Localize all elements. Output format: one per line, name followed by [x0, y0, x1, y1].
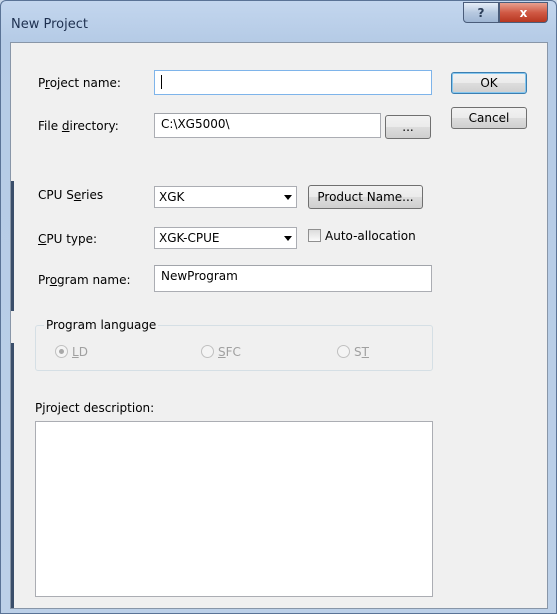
left-edge-marker: [11, 343, 14, 608]
chevron-down-icon: [284, 236, 292, 241]
radio-st[interactable]: [337, 345, 350, 358]
product-name-button[interactable]: Product Name...: [308, 185, 423, 209]
project-description-textarea[interactable]: [35, 421, 433, 597]
left-edge-marker: [11, 181, 14, 311]
window-title: New Project: [11, 17, 88, 32]
file-directory-label: File directory:: [38, 119, 119, 133]
new-project-dialog: New Project ? x Project name: File direc…: [0, 0, 557, 614]
radio-ld-label[interactable]: LD: [72, 345, 88, 359]
cpu-type-select[interactable]: XGK-CPUE: [154, 227, 297, 249]
auto-allocation-label[interactable]: Auto-allocation: [325, 229, 416, 243]
cpu-type-label: CPU type:: [38, 232, 98, 246]
cancel-button[interactable]: Cancel: [451, 107, 527, 129]
auto-allocation-checkbox[interactable]: [308, 229, 321, 242]
text-caret: [161, 74, 162, 89]
help-button[interactable]: ?: [463, 2, 499, 23]
program-language-legend: Program language: [44, 318, 159, 332]
project-name-input[interactable]: [154, 70, 432, 95]
title-bar[interactable]: New Project ? x: [1, 1, 556, 41]
radio-sfc-label[interactable]: SFC: [218, 345, 241, 359]
chevron-down-icon: [284, 195, 292, 200]
program-name-label: Program name:: [38, 273, 131, 287]
cpu-series-select[interactable]: XGK: [154, 186, 297, 208]
project-description-label: Pjroject description:: [35, 401, 155, 415]
program-name-input[interactable]: NewProgram: [154, 265, 432, 292]
close-icon: x: [519, 5, 528, 20]
radio-ld[interactable]: [55, 345, 68, 358]
dialog-client-area: Project name: File directory: C:\XG5000\…: [10, 42, 548, 609]
radio-st-label[interactable]: ST: [354, 345, 369, 359]
ok-button[interactable]: OK: [451, 72, 527, 94]
close-button[interactable]: x: [499, 2, 548, 23]
radio-sfc[interactable]: [201, 345, 214, 358]
help-icon: ?: [477, 5, 485, 20]
browse-directory-button[interactable]: ...: [385, 115, 431, 139]
file-directory-input[interactable]: C:\XG5000\: [154, 113, 381, 138]
cpu-series-label: CPU Series: [38, 188, 104, 202]
project-name-label: Project name:: [38, 76, 121, 90]
